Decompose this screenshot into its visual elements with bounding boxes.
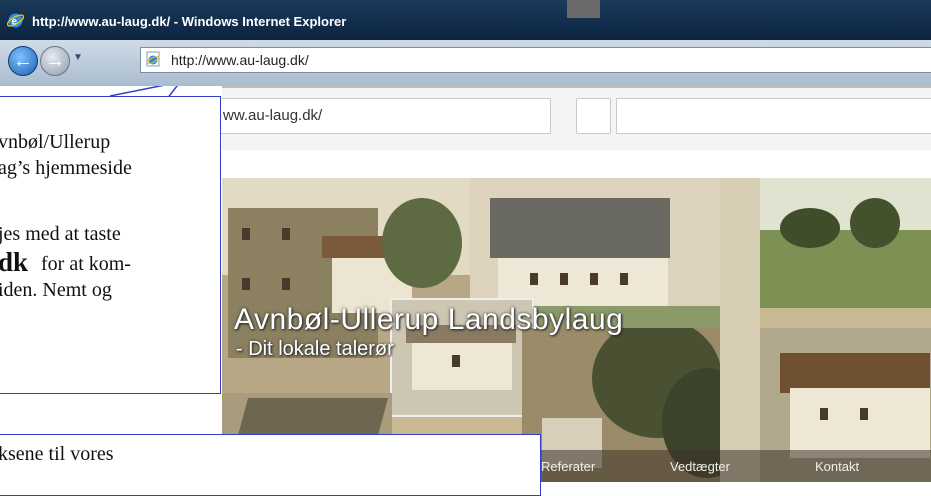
history-dropdown-icon[interactable]: ▼ — [73, 52, 83, 63]
window-title: http://www.au-laug.dk/ - Windows Interne… — [32, 14, 347, 29]
back-arrow-icon: ← — [13, 50, 33, 72]
internet-explorer-icon: e — [7, 13, 24, 28]
svg-text:e: e — [12, 17, 18, 28]
forward-button[interactable]: → — [40, 46, 70, 76]
callout-line-2: ag’s hjemmeside — [0, 157, 132, 179]
callout-line-5: for at kom- — [41, 253, 131, 275]
window-titlebar: e http://www.au-laug.dk/ - Windows Inter… — [0, 0, 931, 40]
titlebar-tab-shadow — [567, 0, 600, 18]
callout-line-4: jes med at taste — [0, 223, 121, 245]
address-text: http://www.au-laug.dk/ — [171, 52, 309, 68]
page-icon — [146, 51, 160, 67]
back-button[interactable]: ← — [8, 46, 38, 76]
page-content: ww.au-laug.dk/ Avnbøl-Ullerup Landsbylau… — [0, 86, 931, 496]
callout-top: vnbøl/Ullerup ag’s hjemmeside jes med at… — [0, 96, 221, 394]
forward-arrow-icon: → — [45, 50, 65, 72]
callout-line-6: iden. Nemt og — [0, 279, 112, 301]
callout-line-1: vnbøl/Ullerup — [0, 131, 111, 153]
callout-bottom: ksene til vores — [0, 434, 541, 496]
callout-bottom-text: ksene til vores — [0, 443, 114, 465]
callout-bold-domain: dk — [0, 247, 29, 277]
navigation-bar: ← → ▼ http://www.au-laug.dk/ — [0, 40, 931, 86]
address-bar[interactable]: http://www.au-laug.dk/ — [140, 47, 931, 73]
